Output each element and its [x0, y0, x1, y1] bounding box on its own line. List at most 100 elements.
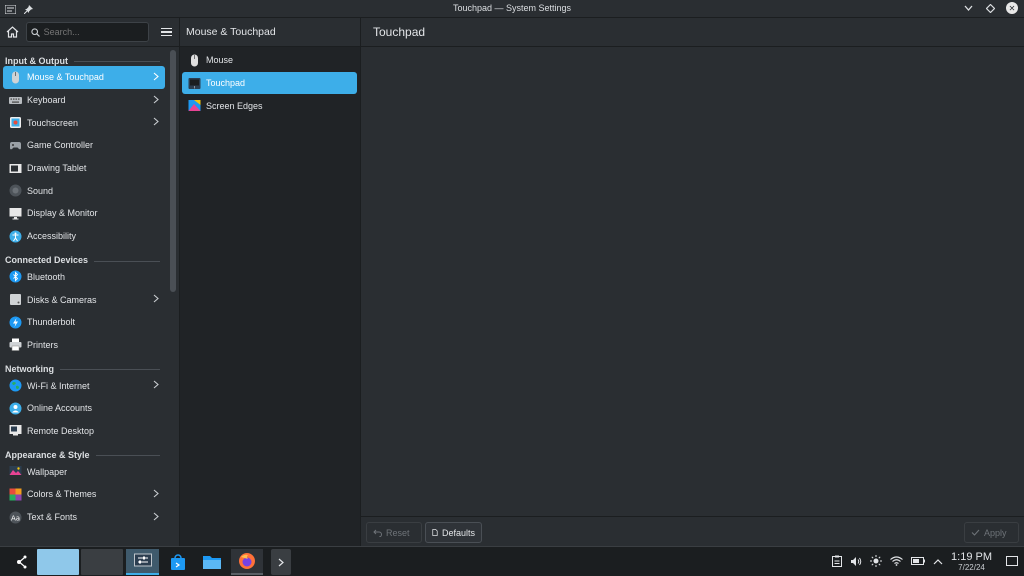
tray-expand-icon[interactable] [933, 557, 943, 567]
app-launcher-button[interactable] [10, 549, 34, 575]
subcategory-panel: Mouse & Touchpad Mouse Touchpad Screen Edg… [180, 18, 361, 546]
subpanel-item-mouse[interactable]: Mouse [182, 49, 357, 72]
maximize-button[interactable] [984, 2, 996, 14]
sidebar-item-label: Accessibility [27, 231, 77, 242]
tablet-icon [9, 162, 22, 175]
bluetooth-icon [9, 270, 22, 283]
close-button[interactable]: ✕ [1006, 2, 1018, 14]
mouse-icon [9, 71, 22, 84]
apply-button[interactable]: Apply [964, 522, 1019, 543]
home-button[interactable] [4, 23, 22, 41]
sidebar-item-bluetooth[interactable]: Bluetooth [3, 266, 165, 289]
category-label: Input & Output [5, 55, 68, 66]
touchscreen-icon [9, 116, 22, 129]
task-file-manager[interactable] [200, 549, 224, 575]
sidebar-category-header: Connected Devices [0, 250, 168, 266]
task-firefox[interactable] [231, 549, 263, 575]
chevron-right-icon [278, 558, 284, 566]
sidebar-category-header: Networking [0, 358, 168, 374]
sidebar: Input & Output Mouse & Touchpad Keyboard To… [0, 18, 180, 546]
sidebar-item-label: Colors & Themes [27, 489, 97, 500]
sidebar-category-header: Appearance & Style [0, 444, 168, 460]
font-icon: Aa [9, 511, 22, 524]
sidebar-item-game-controller[interactable]: Game Controller [3, 134, 165, 157]
sidebar-item-label: Touchscreen [27, 117, 79, 128]
steamdeck-launcher-icon [17, 555, 27, 569]
apply-label: Apply [984, 527, 1007, 538]
screen-edges-icon [188, 99, 201, 112]
battery-icon[interactable] [911, 557, 926, 567]
task-discover[interactable] [166, 549, 190, 575]
page-footer: Reset Defaults Apply [361, 516, 1024, 546]
gamepad-icon [9, 139, 22, 152]
keyboard-icon [9, 94, 22, 107]
wifi-icon[interactable] [890, 556, 903, 568]
remote-desktop-icon [9, 424, 22, 437]
thunderbolt-icon [9, 316, 22, 329]
sidebar-item-accessibility[interactable]: Accessibility [3, 225, 165, 248]
sidebar-item-wi-fi-internet[interactable]: Wi-Fi & Internet [3, 374, 165, 397]
sidebar-item-label: Wi-Fi & Internet [27, 380, 90, 391]
sidebar-item-drawing-tablet[interactable]: Drawing Tablet [3, 157, 165, 180]
search-input[interactable] [43, 27, 144, 37]
taskbar: 1:19 PM 7/22/24 [0, 546, 1024, 576]
sidebar-item-touchscreen[interactable]: Touchscreen [3, 111, 165, 134]
globe-icon [9, 379, 22, 392]
category-label: Connected Devices [5, 255, 89, 265]
sidebar-item-label: Disks & Cameras [27, 294, 97, 305]
sidebar-item-printers[interactable]: Printers [3, 334, 165, 357]
subpanel-list: Mouse Touchpad Screen Edges [180, 47, 360, 117]
mouse-icon [188, 54, 201, 67]
category-divider [73, 61, 160, 62]
folder-icon [203, 556, 221, 569]
brightness-icon[interactable] [870, 555, 883, 569]
search-box[interactable] [25, 22, 150, 42]
show-desktop-icon [1006, 556, 1018, 566]
virtual-desktop-1[interactable] [37, 549, 79, 575]
sidebar-scrollbar[interactable] [170, 50, 176, 292]
sidebar-item-sound[interactable]: Sound [3, 179, 165, 202]
sidebar-item-disks-cameras[interactable]: Disks & Cameras [3, 288, 165, 311]
virtual-desktop-2[interactable] [81, 549, 123, 575]
sidebar-item-mouse-touchpad[interactable]: Mouse & Touchpad [3, 66, 165, 89]
sidebar-item-thunderbolt[interactable]: Thunderbolt [3, 311, 165, 334]
digital-clock[interactable]: 1:19 PM 7/22/24 [951, 552, 992, 572]
task-system-settings[interactable] [126, 549, 159, 575]
sidebar-item-keyboard[interactable]: Keyboard [3, 89, 165, 112]
discover-store-icon [171, 553, 185, 570]
speaker-icon [9, 184, 22, 197]
minimize-button[interactable] [962, 2, 974, 14]
sidebar-item-colors-themes[interactable]: Colors & Themes [3, 483, 165, 506]
sidebar-item-online-accounts[interactable]: Online Accounts [3, 397, 165, 420]
subpanel-item-screen-edges[interactable]: Screen Edges [182, 94, 357, 117]
task-expand-button[interactable] [271, 549, 291, 575]
sidebar-item-display-monitor[interactable]: Display & Monitor [3, 202, 165, 225]
subpanel-item-touchpad[interactable]: Touchpad [182, 71, 357, 95]
sidebar-item-label: Keyboard [27, 95, 66, 106]
hamburger-menu-button[interactable] [157, 23, 175, 41]
monitor-icon [9, 207, 22, 220]
home-icon [6, 26, 19, 38]
volume-icon[interactable] [850, 556, 862, 569]
sidebar-item-text-fonts[interactable]: Aa Text & Fonts [3, 506, 165, 529]
document-icon [432, 529, 438, 536]
touchpad-icon [188, 77, 201, 90]
subpanel-item-label: Touchpad [206, 78, 246, 89]
show-desktop-button[interactable] [1006, 556, 1018, 568]
clipboard-icon[interactable] [832, 555, 843, 569]
sidebar-item-label: Thunderbolt [27, 317, 76, 328]
sidebar-item-label: Printers [27, 339, 59, 350]
sidebar-item-label: Sound [27, 185, 54, 196]
sidebar-item-label: Remote Desktop [27, 425, 95, 436]
sidebar-item-wallpaper[interactable]: Wallpaper [3, 460, 165, 483]
printer-icon [9, 338, 22, 352]
sidebar-item-remote-desktop[interactable]: Remote Desktop [3, 420, 165, 443]
defaults-label: Defaults [441, 527, 475, 538]
system-settings-icon [133, 553, 152, 567]
defaults-button[interactable]: Defaults [425, 522, 482, 543]
reset-button[interactable]: Reset [366, 522, 422, 543]
subpanel-item-label: Screen Edges [206, 100, 263, 111]
sidebar-list: Input & Output Mouse & Touchpad Keyboard To… [0, 48, 168, 528]
sidebar-item-label: Wallpaper [27, 466, 68, 477]
window-title: Touchpad — System Settings [452, 3, 572, 13]
